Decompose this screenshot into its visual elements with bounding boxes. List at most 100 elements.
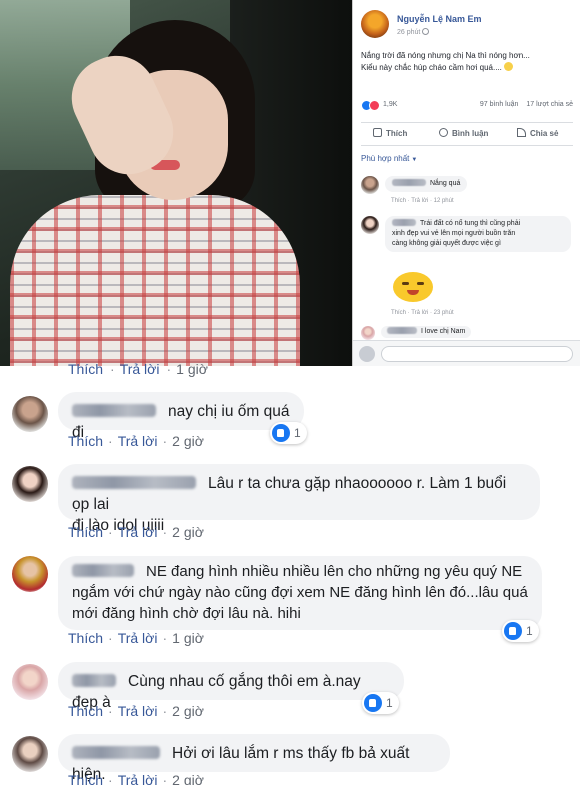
panel-comment: I love chị Nam bbox=[361, 326, 573, 340]
separator: · bbox=[108, 703, 113, 719]
share-arrow-icon bbox=[517, 128, 526, 137]
post-header: Nguyễn Lệ Nam Em 26 phút bbox=[361, 8, 571, 38]
separator: · bbox=[162, 772, 168, 785]
commenter-avatar[interactable] bbox=[12, 556, 48, 592]
separator: · bbox=[110, 361, 115, 377]
commenter-avatar[interactable] bbox=[12, 466, 48, 502]
blurred-commenter-name[interactable] bbox=[72, 564, 134, 577]
post-text: Nắng trời đã nóng nhưng chị Na thì nóng … bbox=[361, 50, 573, 74]
reaction-badge[interactable]: 1 bbox=[270, 422, 307, 444]
reaction-count: 1 bbox=[526, 624, 533, 638]
comment-time[interactable]: 1 giờ bbox=[172, 630, 204, 646]
blurred-name bbox=[392, 179, 426, 186]
comment-bubble: Hởi ơi lâu lắm r ms thấy fb bả xuất hiện… bbox=[58, 734, 450, 783]
like-reaction-icon bbox=[272, 424, 290, 442]
like-link[interactable]: Thích bbox=[68, 361, 103, 377]
commenter-avatar[interactable] bbox=[361, 216, 379, 234]
commenter-avatar[interactable] bbox=[12, 736, 48, 772]
caret-down-icon: ▼ bbox=[411, 157, 418, 163]
commenter-avatar[interactable] bbox=[361, 326, 375, 340]
photo-viewer: Nguyễn Lệ Nam Em 26 phút Nắng trời đã nó… bbox=[0, 0, 580, 366]
panel-comment-time: 23 phút bbox=[433, 310, 454, 316]
post-photo[interactable] bbox=[0, 0, 352, 366]
share-button[interactable]: Chia sẻ bbox=[517, 128, 558, 138]
blurred-commenter-name[interactable] bbox=[72, 746, 160, 759]
share-count[interactable]: 17 lượt chia sẻ bbox=[526, 101, 573, 108]
reply-link[interactable]: Trả lời bbox=[120, 361, 160, 377]
like-link[interactable]: Thích bbox=[68, 772, 103, 785]
like-link[interactable]: Thích bbox=[68, 433, 103, 449]
comment-line: NE đang hình nhiều nhiều lên cho những n… bbox=[72, 561, 528, 582]
post-text-line: Kiểu này chắc húp cháo cầm hơi quá.... bbox=[361, 62, 573, 74]
comment-time[interactable]: 2 giờ bbox=[172, 772, 204, 785]
separator: · bbox=[166, 361, 172, 377]
reply-link[interactable]: Trả lời bbox=[118, 524, 158, 540]
panel-comment-bubble: I love chị Nam bbox=[381, 326, 472, 338]
like-button-label: Thích bbox=[386, 129, 408, 138]
post-text-line: Nắng trời đã nóng nhưng chị Na thì nóng … bbox=[361, 51, 530, 60]
separator: · bbox=[108, 630, 113, 646]
comment-time[interactable]: 1 giờ bbox=[176, 361, 208, 377]
comment-input[interactable] bbox=[381, 346, 573, 362]
separator: · bbox=[162, 524, 168, 540]
panel-comment-line: xinh đẹp vui vẻ lên mọi người buồn trăn bbox=[392, 230, 516, 237]
comment: NE đang hình nhiều nhiều lên cho những n… bbox=[0, 556, 580, 652]
like-button[interactable]: Thích bbox=[373, 128, 407, 138]
comment-text: NE đang hình nhiều nhiều lên cho những n… bbox=[146, 563, 523, 580]
comment-time[interactable]: 2 giờ bbox=[172, 433, 204, 449]
separator: · bbox=[162, 433, 168, 449]
comment-button[interactable]: Bình luận bbox=[439, 128, 488, 138]
comment: nay chị iu ốm quá đi 1 Thích · Trả lời · 2 g… bbox=[0, 392, 580, 454]
sort-label: Phù hợp nhất bbox=[361, 154, 410, 163]
panel-comment-line: Trái đất có nổ tung thì cũng phải bbox=[392, 219, 564, 229]
like-link[interactable]: Thích bbox=[68, 524, 103, 540]
like-link[interactable]: Thích bbox=[68, 703, 103, 719]
separator: · bbox=[162, 630, 168, 646]
reply-link[interactable]: Trả lời bbox=[118, 772, 158, 785]
comment-bubble: Lâu r ta chưa gặp nhaoooooo r. Làm 1 buổ… bbox=[58, 464, 540, 534]
thumbs-up-icon bbox=[373, 128, 382, 137]
panel-comment-text: Trái đất có nổ tung thì cũng phải bbox=[420, 220, 521, 227]
like-link[interactable]: Thích bbox=[68, 630, 103, 646]
reply-link[interactable]: Trả lời bbox=[118, 630, 158, 646]
commenter-avatar[interactable] bbox=[12, 396, 48, 432]
comment-time[interactable]: 2 giờ bbox=[172, 703, 204, 719]
blurred-commenter-name[interactable] bbox=[72, 674, 116, 687]
post-timestamp[interactable]: 26 phút bbox=[397, 28, 430, 36]
comment-bubble: nay chị iu ốm quá đi bbox=[58, 392, 304, 441]
comment-meta-partial: Thích · Trả lời · 1 giờ bbox=[68, 361, 210, 377]
panel-comment: Nắng quá Thích · Trả lời · 12 phút bbox=[361, 176, 573, 210]
separator: · bbox=[108, 524, 113, 540]
commenter-avatar[interactable] bbox=[361, 176, 379, 194]
comment-count[interactable]: 97 bình luận bbox=[480, 101, 519, 108]
reaction-badge[interactable]: 1 bbox=[502, 620, 539, 642]
comment-bubble: Cùng nhau cố gắng thôi em à.nay đẹp à bbox=[58, 662, 404, 711]
comment-time[interactable]: 2 giờ bbox=[172, 524, 204, 540]
panel-comment-meta: Thích · Trả lời · 23 phút bbox=[391, 310, 454, 316]
reply-link[interactable]: Trả lời bbox=[118, 433, 158, 449]
sticker-eye bbox=[417, 282, 424, 285]
sticker-eye bbox=[402, 282, 409, 285]
share-button-label: Chia sẻ bbox=[530, 129, 559, 138]
reaction-badge[interactable]: 1 bbox=[362, 692, 399, 714]
commenter-avatar[interactable] bbox=[12, 664, 48, 700]
blurred-commenter-name[interactable] bbox=[72, 476, 196, 489]
author-avatar[interactable] bbox=[361, 10, 389, 38]
reaction-count[interactable]: 1,9K bbox=[383, 101, 397, 108]
blurred-name bbox=[392, 219, 416, 226]
comment-meta: Thích · Trả lời · 2 giờ bbox=[68, 703, 204, 719]
separator: · bbox=[108, 772, 113, 785]
globe-icon bbox=[422, 28, 430, 35]
blurred-commenter-name[interactable] bbox=[72, 404, 156, 417]
comment-line: Lâu r ta chưa gặp nhaoooooo r. Làm 1 buổ… bbox=[72, 473, 526, 515]
comment-meta: Thích · Trả lời · 2 giờ bbox=[68, 524, 204, 540]
comment-sort-dropdown[interactable]: Phù hợp nhất ▼ bbox=[361, 154, 417, 163]
panel-comment-line: càng không giải quyết được việc gì bbox=[392, 240, 501, 247]
comment-button-label: Bình luận bbox=[452, 129, 489, 138]
separator: · bbox=[108, 433, 113, 449]
panel-comment-meta: Thích · Trả lời · 12 phút bbox=[391, 198, 454, 204]
sticker-image bbox=[393, 268, 433, 304]
reply-link[interactable]: Trả lời bbox=[118, 703, 158, 719]
author-name[interactable]: Nguyễn Lệ Nam Em bbox=[397, 14, 482, 24]
comment: Cùng nhau cố gắng thôi em à.nay đẹp à 1 … bbox=[0, 662, 580, 722]
